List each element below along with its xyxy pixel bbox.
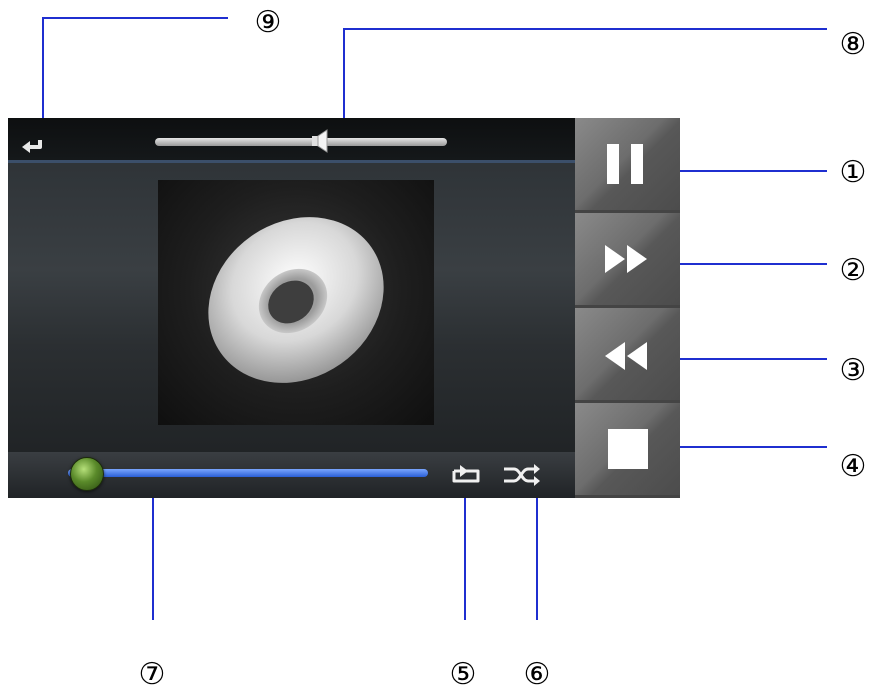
callout-line-pause — [680, 170, 827, 172]
callout-line-next — [680, 263, 827, 265]
side-control-panel — [575, 118, 680, 498]
top-bar — [8, 118, 575, 163]
volume-slider[interactable] — [155, 129, 447, 153]
callout-line-back — [42, 17, 228, 19]
callout-pause-number: ① — [839, 156, 867, 189]
callout-line-previous — [680, 358, 827, 360]
progress-thumb[interactable] — [70, 457, 104, 491]
shuffle-icon[interactable] — [502, 461, 542, 487]
callout-line-volume — [343, 28, 827, 30]
callout-line-progress — [152, 498, 154, 620]
callout-line-stop — [680, 446, 827, 448]
next-button[interactable] — [575, 213, 680, 308]
stop-button[interactable] — [575, 403, 680, 498]
fast-forward-icon — [605, 245, 647, 273]
return-arrow-icon[interactable] — [20, 138, 46, 156]
callout-repeat-number: ⑤ — [449, 658, 477, 691]
pause-button[interactable] — [575, 118, 680, 213]
callout-progress-number: ⑦ — [138, 658, 166, 691]
repeat-icon[interactable] — [448, 461, 482, 487]
callout-volume-number: ⑧ — [839, 28, 867, 61]
playback-progress-bar[interactable] — [68, 457, 428, 491]
disc-icon — [208, 217, 384, 383]
rewind-icon — [605, 342, 647, 370]
callout-line-back-vertical — [42, 17, 44, 118]
callout-back-number: ⑨ — [254, 6, 282, 39]
callout-previous-number: ③ — [839, 354, 867, 387]
callout-stop-number: ④ — [839, 450, 867, 483]
callout-next-number: ② — [839, 254, 867, 287]
previous-button[interactable] — [575, 308, 680, 403]
album-art — [158, 180, 434, 425]
music-player-screen — [8, 118, 575, 498]
callout-line-volume-vertical — [343, 28, 345, 118]
bottom-bar — [8, 452, 575, 498]
speaker-icon[interactable] — [310, 128, 332, 154]
callout-shuffle-number: ⑥ — [523, 658, 551, 691]
stop-icon — [608, 429, 648, 469]
pause-icon — [607, 144, 643, 184]
